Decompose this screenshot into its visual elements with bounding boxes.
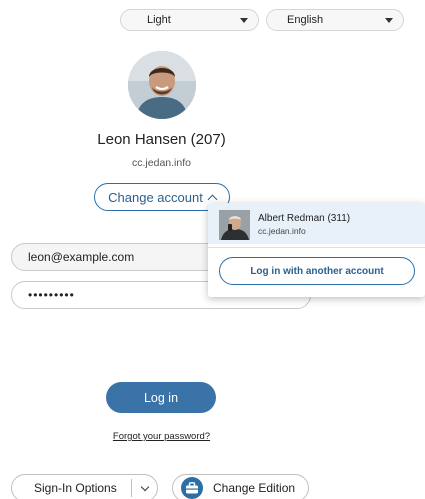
account-name: Albert Redman (311) [258, 213, 351, 224]
caret-down-icon [385, 17, 393, 23]
user-domain: cc.jedan.info [132, 157, 191, 169]
account-avatar [219, 210, 250, 240]
signin-options-label: Sign-In Options [34, 481, 117, 495]
change-account-label: Change account [108, 189, 203, 205]
theme-select[interactable]: Light [120, 9, 259, 31]
user-avatar [128, 51, 196, 119]
account-item[interactable]: Albert Redman (311) cc.jedan.info [208, 203, 425, 244]
login-button[interactable]: Log in [106, 382, 216, 413]
language-select[interactable]: English [266, 9, 404, 31]
change-edition-label: Change Edition [213, 481, 296, 495]
login-page: Light English Leon Hansen (207) cc.jedan… [0, 0, 425, 499]
user-name: Leon Hansen (207) [97, 131, 226, 148]
avatar-photo-icon [219, 210, 250, 240]
signin-options-dropdown[interactable] [132, 482, 157, 491]
change-edition-button[interactable]: Change Edition [172, 474, 309, 499]
caret-down-icon [240, 17, 248, 23]
divider [208, 247, 425, 248]
signin-options-button[interactable]: Sign-In Options [11, 474, 158, 499]
chevron-down-icon [140, 482, 149, 491]
account-switcher-popup: Albert Redman (311) cc.jedan.info Log in… [208, 203, 425, 297]
account-domain: cc.jedan.info [258, 226, 306, 236]
login-another-account-button[interactable]: Log in with another account [219, 257, 415, 285]
language-select-value: English [287, 14, 324, 26]
briefcase-icon [181, 477, 203, 499]
forgot-password-link[interactable]: Forgot your password? [0, 431, 323, 442]
theme-select-value: Light [147, 14, 171, 26]
avatar-photo-icon [128, 51, 196, 119]
